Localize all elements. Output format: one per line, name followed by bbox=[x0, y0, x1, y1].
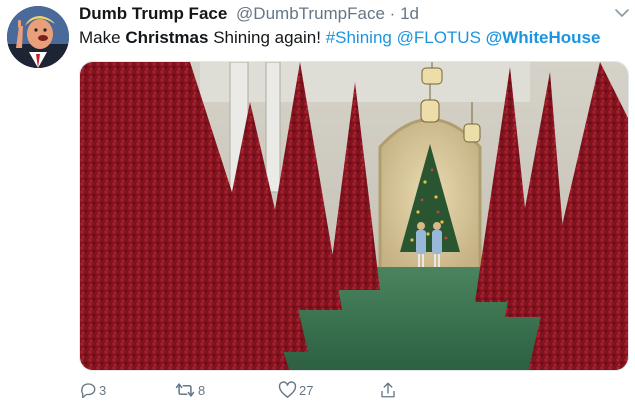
mention-flotus[interactable]: @FLOTUS bbox=[397, 28, 481, 47]
avatar-caricature-image bbox=[7, 6, 69, 68]
reply-count: 3 bbox=[99, 382, 107, 398]
retweet-button[interactable]: 8 bbox=[174, 378, 205, 402]
tweet-text: Make Christmas Shining again! #Shining @… bbox=[79, 26, 625, 50]
tweet-header: Dumb Trump Face @DumbTrumpFace · 1d bbox=[79, 3, 625, 25]
mention-whitehouse[interactable]: @WhiteHouse bbox=[486, 28, 601, 47]
user-handle[interactable]: @DumbTrumpFace bbox=[236, 4, 385, 23]
heart-icon bbox=[278, 381, 297, 398]
like-button[interactable]: 27 bbox=[278, 378, 313, 402]
chevron-down-icon[interactable] bbox=[614, 6, 630, 18]
share-icon bbox=[381, 382, 395, 398]
avatar[interactable] bbox=[7, 6, 69, 68]
tweet-media[interactable] bbox=[79, 61, 629, 371]
text-christmas: Christmas bbox=[125, 28, 209, 47]
reply-icon bbox=[81, 383, 96, 399]
text-rest: Shining again! bbox=[213, 28, 321, 47]
tweet-age[interactable]: 1d bbox=[400, 4, 419, 23]
share-button[interactable] bbox=[379, 378, 397, 402]
like-count: 27 bbox=[299, 382, 314, 398]
display-name[interactable]: Dumb Trump Face bbox=[79, 4, 227, 23]
hashtag-shining[interactable]: #Shining bbox=[326, 28, 392, 47]
red-trees-hallway-photo bbox=[80, 62, 628, 370]
text-make: Make bbox=[79, 28, 121, 47]
separator-dot: · bbox=[389, 4, 396, 23]
reply-button[interactable]: 3 bbox=[79, 378, 106, 402]
retweet-icon bbox=[175, 383, 195, 397]
tweet-action-bar: 3 8 27 bbox=[79, 378, 625, 402]
retweet-count: 8 bbox=[198, 382, 206, 398]
